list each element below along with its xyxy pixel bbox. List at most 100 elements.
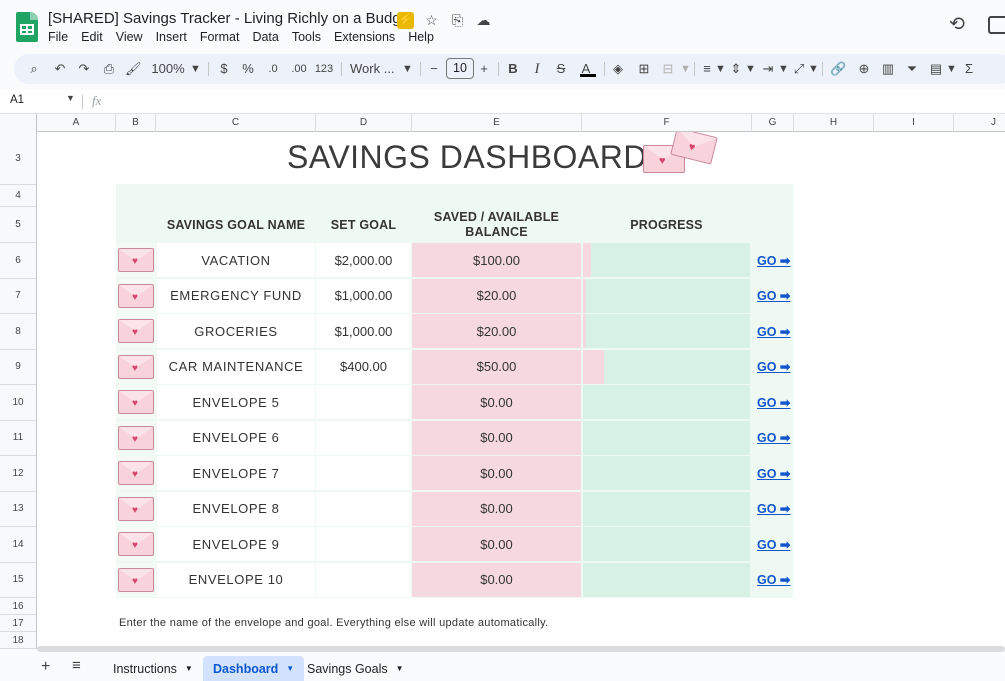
set-goal-cell[interactable] <box>316 491 411 526</box>
column-header-h[interactable]: H <box>794 114 874 132</box>
goal-name-cell[interactable]: ENVELOPE 9 <box>157 527 315 561</box>
progress-cell[interactable] <box>583 420 750 455</box>
increase-decimal-button[interactable]: .00 <box>288 60 310 78</box>
sheets-logo-icon[interactable] <box>16 12 38 42</box>
row-header-14[interactable]: 14 <box>0 527 36 563</box>
progress-cell[interactable] <box>583 243 750 277</box>
saved-balance-cell[interactable]: $100.00 <box>412 243 581 277</box>
set-goal-cell[interactable] <box>316 456 411 490</box>
vertical-align-icon[interactable]: ⇕ <box>729 60 743 78</box>
row-header-16[interactable]: 16 <box>0 598 36 615</box>
menu-insert[interactable]: Insert <box>156 30 194 44</box>
filter-icon[interactable]: ⏷ <box>904 60 920 78</box>
font-size-input[interactable]: 10 <box>446 58 474 79</box>
row-header-3[interactable]: 3 <box>0 132 36 185</box>
progress-cell[interactable] <box>583 491 750 526</box>
horizontal-scrollbar[interactable] <box>37 646 1005 652</box>
saved-balance-cell[interactable]: $0.00 <box>412 527 581 561</box>
tab-chevron-down-icon[interactable]: ▼ <box>396 664 404 673</box>
column-header-a[interactable]: A <box>37 114 116 132</box>
menu-edit[interactable]: Edit <box>81 30 110 44</box>
row-header-8[interactable]: 8 <box>0 314 36 350</box>
move-folder-icon[interactable]: ⎘ <box>449 12 466 29</box>
tab-instructions[interactable]: Instructions ▼ <box>103 656 203 681</box>
row-header-9[interactable]: 9 <box>0 350 36 385</box>
column-header-c[interactable]: C <box>156 114 316 132</box>
set-goal-cell[interactable] <box>316 562 411 597</box>
version-history-icon[interactable]: ⟲ <box>946 14 968 36</box>
sheet-grid[interactable]: SAVINGS DASHBOARD ♥ ♥ SAVINGS GOAL NAME … <box>37 132 1005 649</box>
progress-cell[interactable] <box>583 349 750 384</box>
horizontal-align-icon[interactable]: ≡ <box>700 60 714 78</box>
progress-cell[interactable] <box>583 456 750 490</box>
row-header-7[interactable]: 7 <box>0 279 36 314</box>
merge-chevron-down-icon[interactable]: ▼ <box>680 60 691 78</box>
redo-icon[interactable]: ↷ <box>76 60 92 78</box>
column-header-b[interactable]: B <box>116 114 156 132</box>
increase-font-size-button[interactable]: + <box>478 60 490 78</box>
row-header-10[interactable]: 10 <box>0 385 36 421</box>
set-goal-cell[interactable] <box>316 527 411 561</box>
valign-chevron-down-icon[interactable]: ▼ <box>745 60 756 78</box>
percent-format-button[interactable]: % <box>241 60 255 78</box>
name-box-chevron-down-icon[interactable]: ▼ <box>66 93 75 103</box>
row-header-18[interactable]: 18 <box>0 632 36 649</box>
column-header-i[interactable]: I <box>874 114 954 132</box>
saved-balance-cell[interactable]: $0.00 <box>412 456 581 490</box>
tab-dashboard[interactable]: Dashboard ▼ <box>203 656 305 681</box>
goal-name-cell[interactable]: GROCERIES <box>157 314 315 348</box>
row-header-5[interactable]: 5 <box>0 207 36 243</box>
all-sheets-icon[interactable]: ≡ <box>72 657 81 674</box>
go-link[interactable]: GO ➡ <box>757 527 793 561</box>
borders-icon[interactable]: ⊞ <box>636 60 652 78</box>
row-header-15[interactable]: 15 <box>0 563 36 598</box>
filter-views-chevron-down-icon[interactable]: ▼ <box>946 60 957 78</box>
goal-name-cell[interactable]: ENVELOPE 10 <box>157 562 315 597</box>
goal-name-cell[interactable]: ENVELOPE 7 <box>157 456 315 490</box>
column-header-f[interactable]: F <box>582 114 752 132</box>
column-header-j[interactable]: J <box>954 114 1005 132</box>
comments-icon[interactable] <box>988 16 1005 34</box>
row-header-13[interactable]: 13 <box>0 492 36 527</box>
saved-balance-cell[interactable]: $0.00 <box>412 385 581 419</box>
decrease-font-size-button[interactable]: − <box>428 60 440 78</box>
menu-view[interactable]: View <box>116 30 150 44</box>
progress-cell[interactable] <box>583 527 750 561</box>
envelope-cell[interactable]: ♥ <box>116 278 156 313</box>
insert-link-icon[interactable]: 🔗 <box>830 60 846 78</box>
tab-chevron-down-icon[interactable]: ▼ <box>286 664 294 673</box>
undo-icon[interactable]: ↶ <box>52 60 68 78</box>
progress-cell[interactable] <box>583 278 750 313</box>
select-all-corner[interactable] <box>0 114 37 132</box>
menu-file[interactable]: File <box>48 30 75 44</box>
progress-cell[interactable] <box>583 314 750 348</box>
goal-name-cell[interactable]: CAR MAINTENANCE <box>157 349 315 384</box>
paint-format-icon[interactable]: 🖌 <box>125 60 142 78</box>
star-icon[interactable]: ☆ <box>423 12 440 29</box>
goal-name-cell[interactable]: ENVELOPE 8 <box>157 491 315 526</box>
merge-cells-icon[interactable]: ⊟ <box>660 60 676 78</box>
cloud-status-icon[interactable]: ☁ <box>475 12 492 29</box>
number-format-button[interactable]: 123 <box>314 60 334 78</box>
column-header-e[interactable]: E <box>412 114 582 132</box>
column-header-d[interactable]: D <box>316 114 412 132</box>
font-chevron-down-icon[interactable]: ▼ <box>402 60 413 78</box>
decrease-decimal-button[interactable]: .0 <box>264 60 282 78</box>
row-header-11[interactable]: 11 <box>0 421 36 456</box>
menu-extensions[interactable]: Extensions <box>334 30 402 44</box>
font-family-select[interactable]: Work ... <box>350 60 396 78</box>
tab-chevron-down-icon[interactable]: ▼ <box>185 664 193 673</box>
insert-chart-icon[interactable]: ▥ <box>880 60 896 78</box>
bold-button[interactable]: B <box>506 60 520 78</box>
name-box[interactable]: A1 <box>10 94 24 106</box>
row-header-6[interactable]: 6 <box>0 243 36 279</box>
set-goal-cell[interactable]: $400.00 <box>316 349 411 384</box>
envelope-cell[interactable]: ♥ <box>116 527 156 561</box>
menu-data[interactable]: Data <box>252 30 285 44</box>
column-header-g[interactable]: G <box>752 114 794 132</box>
saved-balance-cell[interactable]: $50.00 <box>412 349 581 384</box>
go-link[interactable]: GO ➡ <box>757 456 793 490</box>
go-link[interactable]: GO ➡ <box>757 385 793 419</box>
fill-color-icon[interactable]: ◈ <box>610 60 626 78</box>
text-wrapping-icon[interactable]: ⇥ <box>760 60 776 78</box>
